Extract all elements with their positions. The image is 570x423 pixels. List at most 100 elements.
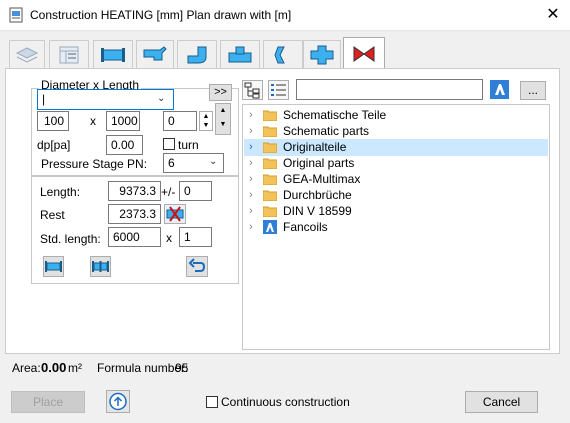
list-icon [271, 84, 286, 96]
chevron-right-icon[interactable]: › [249, 141, 263, 153]
formula-number-value: 95 [175, 361, 189, 375]
tree-item-din-v-18599[interactable]: › DIN V 18599 [249, 203, 352, 219]
rest-field[interactable]: 2373.3 [108, 204, 161, 224]
folder-icon [262, 158, 278, 169]
tree-item-gea-multimax[interactable]: › GEA-Multimax [249, 171, 360, 187]
fancoil-icon [495, 84, 505, 95]
std-length-field[interactable]: 6000 [108, 227, 161, 247]
tab-5[interactable] [177, 40, 217, 68]
rest-label: Rest [40, 208, 65, 222]
tree-item-label: Originalteile [283, 140, 347, 154]
chevron-right-icon[interactable]: › [249, 157, 263, 169]
tree-item-original-parts[interactable]: › Original parts [249, 155, 354, 171]
tree-item-schematische-teile[interactable]: › Schematische Teile [249, 107, 386, 123]
close-icon: ✕ [546, 6, 560, 23]
folder-icon [262, 190, 278, 201]
pipe-cut-icon [166, 206, 184, 222]
pipe-segment-icon [92, 261, 109, 272]
browse-button[interactable]: ... [520, 81, 546, 100]
tab-7[interactable] [263, 40, 303, 68]
tree-item-label: Schematische Teile [283, 108, 387, 122]
folder-icon [262, 110, 278, 121]
tab-3[interactable] [93, 40, 133, 68]
count-field[interactable]: 1 [179, 227, 212, 247]
length-label: Length: [40, 185, 81, 199]
tree-view-button[interactable] [242, 80, 263, 100]
tab-1[interactable] [9, 40, 45, 68]
spin-down-icon[interactable]: ▼ [200, 121, 212, 130]
chevron-right-icon[interactable]: › [249, 173, 263, 185]
dimension-3-field[interactable]: 0 [163, 111, 197, 131]
tab-8[interactable] [303, 40, 341, 68]
hierarchy-icon [244, 82, 260, 99]
pipe-bend-icon [143, 45, 167, 60]
turn-checkbox[interactable] [163, 138, 175, 150]
pipe-button-2[interactable] [90, 256, 111, 277]
pipe-straight-icon [45, 261, 62, 272]
tab-6[interactable] [220, 40, 260, 68]
chevron-right-icon[interactable]: › [249, 125, 263, 137]
area-label: Area: [12, 361, 41, 375]
cancel-button[interactable]: Cancel [465, 391, 538, 413]
tab-4[interactable] [136, 40, 174, 68]
tree-item-schematic-parts[interactable]: › Schematic parts [249, 123, 369, 139]
pipe-tee-icon [228, 46, 252, 62]
tab-2[interactable] [49, 40, 89, 68]
dimension-1-field[interactable]: 100 [37, 111, 69, 131]
chevron-down-icon: ⌄ [209, 156, 218, 167]
pipe-reducer-icon [274, 46, 285, 63]
std-length-label: Std. length: [40, 232, 101, 246]
table-icon [59, 46, 79, 63]
folder-icon [262, 206, 278, 217]
window-title: Construction HEATING [mm] Plan drawn wit… [30, 8, 292, 22]
vertical-spinner[interactable]: ▲ ▼ [215, 103, 231, 135]
list-view-button[interactable] [268, 80, 289, 100]
chevron-right-icon[interactable]: › [249, 109, 263, 121]
x-label-2: x [166, 231, 172, 245]
info-button[interactable] [106, 390, 130, 413]
pipe-button-1[interactable] [43, 256, 64, 277]
tree-item-fancoils[interactable]: › Fancoils [249, 219, 328, 235]
chevron-down-icon: ⌄ [157, 93, 166, 104]
area-unit: m² [68, 361, 82, 375]
length-field[interactable]: 9373.3 [108, 181, 161, 201]
close-button[interactable]: ✕ [540, 3, 566, 27]
tree-item-label: DIN V 18599 [283, 204, 352, 218]
app-icon [9, 7, 23, 23]
tolerance-field[interactable]: 0 [179, 181, 212, 201]
folder-icon [262, 126, 278, 137]
pipe-cross-icon [310, 45, 334, 64]
x-label-1: x [90, 114, 96, 128]
dp-field[interactable]: 0.00 [106, 135, 143, 155]
chevron-right-icon[interactable]: › [249, 205, 263, 217]
chevron-right-icon[interactable]: › [249, 189, 263, 201]
area-value: 0.00 [41, 360, 67, 375]
place-button[interactable]: Place [11, 391, 85, 413]
tree-item-durchbrueche[interactable]: › Durchbrüche [249, 187, 352, 203]
dp-label: dp[pa] [37, 138, 71, 152]
diameter-select[interactable]: | [37, 89, 174, 110]
continuous-construction-checkbox[interactable] [206, 396, 218, 408]
tree-item-label: Durchbrüche [283, 188, 352, 202]
undo-icon [188, 258, 206, 272]
dimension-2-field[interactable]: 1000 [106, 111, 140, 131]
tree-item-originalteile[interactable]: › Originalteile [249, 139, 346, 155]
tree-item-label: Original parts [283, 156, 355, 170]
rest-cut-button[interactable] [164, 204, 186, 224]
turn-label: turn [178, 138, 199, 152]
undo-button[interactable] [186, 256, 208, 277]
tree-item-label: GEA-Multimax [283, 172, 361, 186]
tree-item-label: Schematic parts [283, 124, 370, 138]
fancoil-button[interactable] [490, 80, 509, 99]
search-input[interactable] [296, 79, 483, 100]
fancoil-icon [263, 220, 277, 234]
arrow-up-circle-icon [109, 392, 127, 411]
expand-button[interactable]: >> [209, 84, 232, 101]
chevron-right-icon[interactable]: › [249, 221, 263, 233]
tree-item-label: Fancoils [283, 220, 328, 234]
tab-valve[interactable] [343, 37, 385, 69]
valve-icon [353, 45, 375, 62]
dimension-3-spinner[interactable]: ▲ ▼ [199, 111, 213, 131]
spin-up-icon[interactable]: ▲ [200, 112, 212, 121]
pressure-stage-label: Pressure Stage PN: [41, 157, 148, 171]
